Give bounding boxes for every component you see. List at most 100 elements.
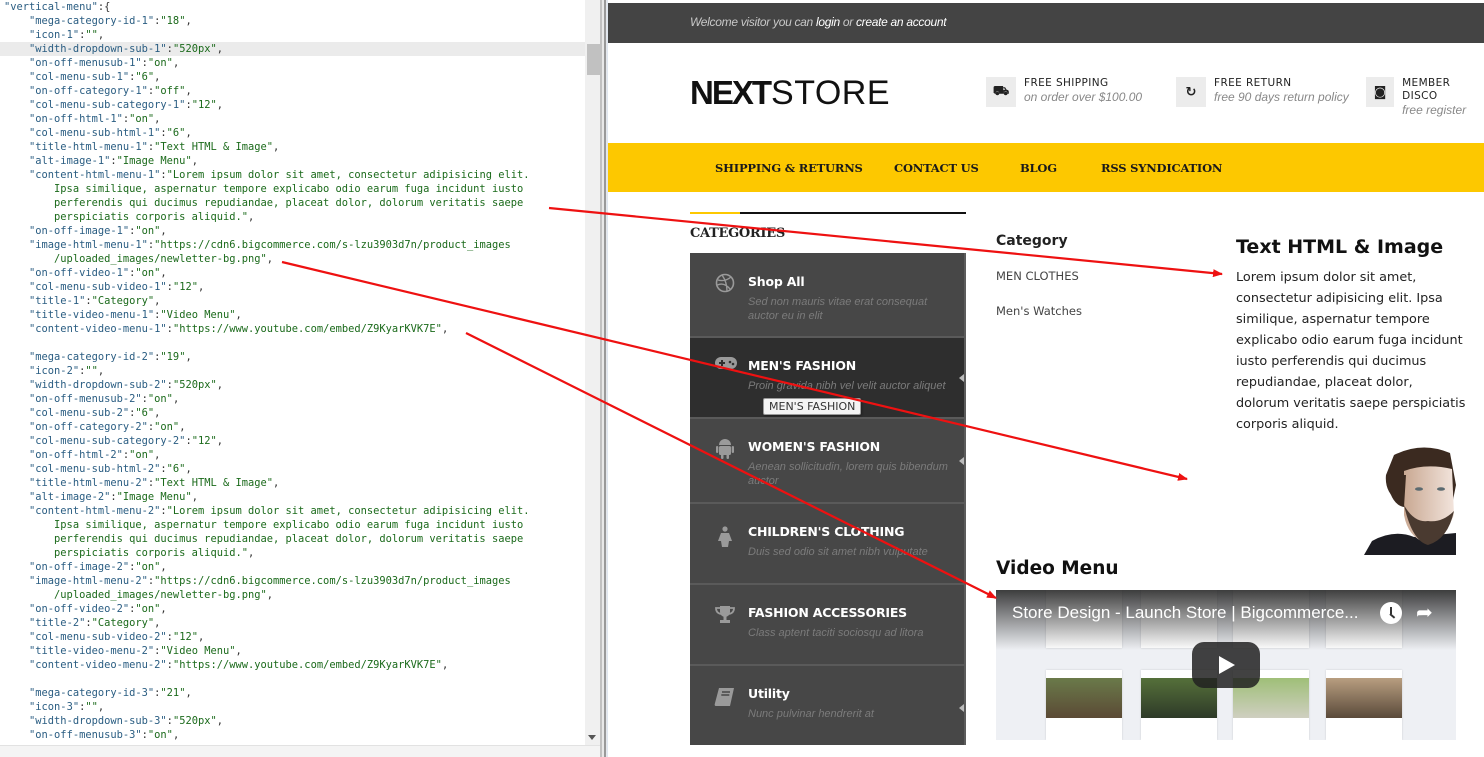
video-caption[interactable]: Store Design - Launch Store | Bigcommerc… [1012,603,1377,623]
pane-splitter[interactable] [600,0,608,757]
android-icon [714,438,736,460]
top-bar: Welcome visitor you can login or create … [608,3,1484,43]
code-line[interactable]: "on-off-image-1":"on", [0,224,585,238]
menu-image [1364,445,1456,555]
code-line[interactable]: "title-1":"Category", [0,294,585,308]
code-line[interactable]: "width-dropdown-sub-3":"520px", [0,714,585,728]
code-line[interactable]: "mega-category-id-1":"18", [0,14,585,28]
code-line[interactable]: "col-menu-sub-video-2":"12", [0,630,585,644]
code-line[interactable]: "on-off-category-2":"on", [0,420,585,434]
category-item-fashion-accessories[interactable]: FASHION ACCESSORIES Class aptent taciti … [690,585,964,666]
html-block-body: Lorem ipsum dolor sit amet, consectetur … [1236,270,1466,432]
code-line[interactable]: /uploaded_images/newletter-bg.png", [0,252,585,266]
scroll-down-arrow-icon[interactable] [588,735,596,740]
code-line[interactable]: "alt-image-2":"Image Menu", [0,490,585,504]
code-line[interactable]: "content-html-menu-2":"Lorem ipsum dolor… [0,504,585,518]
code-line[interactable]: "mega-category-id-2":"19", [0,350,585,364]
logo-text-ne: NE [690,74,734,111]
login-link[interactable]: login [816,15,840,29]
watch-later-icon[interactable] [1380,602,1402,624]
code-line[interactable]: "col-menu-sub-category-1":"12", [0,98,585,112]
code-line[interactable]: Ipsa similique, aspernatur tempore expli… [0,182,585,196]
refresh-icon: ↻ [1176,77,1206,107]
editor-scroll-thumb[interactable] [587,44,600,75]
category-name: Utility [748,686,790,701]
code-line[interactable]: "title-video-menu-2":"Video Menu", [0,644,585,658]
code-line[interactable]: "icon-2":"", [0,364,585,378]
code-line[interactable]: "image-html-menu-1":"https://cdn6.bigcom… [0,238,585,252]
code-line[interactable]: "col-menu-sub-category-2":"12", [0,434,585,448]
editor-horizontal-scrollbar[interactable] [0,745,600,757]
category-item-utility[interactable]: Utility Nunc pulvinar hendrerit at [690,666,964,745]
code-line[interactable]: "icon-1":"", [0,28,585,42]
code-line[interactable]: perferendis qui ducimus repudiandae, pla… [0,196,585,210]
tooltip: MEN'S FASHION [763,398,862,415]
code-line[interactable]: "alt-image-1":"Image Menu", [0,154,585,168]
html-block-title: Text HTML & Image [1236,236,1444,258]
code-line[interactable]: "on-off-image-2":"on", [0,560,585,574]
category-item-childrens-clothing[interactable]: CHILDREN'S CLOTHING Duis sed odio sit am… [690,504,964,585]
feature-subtitle: free register [1402,103,1467,117]
code-line[interactable]: "vertical-menu":{ [0,0,585,14]
code-line[interactable]: "mega-category-id-3":"21", [0,686,585,700]
editor-vertical-scrollbar[interactable] [585,0,600,745]
code-line[interactable]: "col-menu-sub-video-1":"12", [0,280,585,294]
code-line[interactable]: "content-html-menu-1":"Lorem ipsum dolor… [0,168,585,182]
nav-rss-syndication[interactable]: RSS SYNDICATION [1101,161,1222,175]
store-logo[interactable]: NEXT STORE [690,74,890,112]
nav-contact-us[interactable]: CONTACT US [894,161,979,175]
book-icon [714,686,736,708]
video-embed[interactable]: Store Design - Launch Store | Bigcommerc… [996,590,1456,740]
code-line[interactable]: /uploaded_images/newletter-bg.png", [0,588,585,602]
welcome-message: Welcome visitor you can login or create … [690,15,947,29]
code-line[interactable]: "on-off-video-2":"on", [0,602,585,616]
code-line[interactable]: Ipsa similique, aspernatur tempore expli… [0,518,585,532]
code-line[interactable]: perferendis qui ducimus repudiandae, pla… [0,532,585,546]
create-account-link[interactable]: create an account [856,15,947,29]
code-line[interactable]: "on-off-menusub-3":"on", [0,728,585,742]
code-line[interactable]: "title-html-menu-2":"Text HTML & Image", [0,476,585,490]
code-line[interactable]: "col-menu-sub-html-1":"6", [0,126,585,140]
submenu-link-mens-watches[interactable]: Men's Watches [996,304,1082,318]
code-line[interactable]: "content-video-menu-2":"https://www.yout… [0,658,585,672]
code-line[interactable]: "title-2":"Category", [0,616,585,630]
video-thumbnail-frame [1326,670,1402,740]
code-line[interactable]: "on-off-menusub-1":"on", [0,56,585,70]
female-icon [714,526,736,548]
code-line[interactable]: "on-off-video-1":"on", [0,266,585,280]
code-line[interactable]: "on-off-html-1":"on", [0,112,585,126]
code-line[interactable]: "content-video-menu-1":"https://www.yout… [0,322,585,336]
store-preview: Welcome visitor you can login or create … [608,0,1484,757]
submenu-link-men-clothes[interactable]: MEN CLOTHES [996,269,1079,283]
category-description: Duis sed odio sit amet nibh vulputate [748,546,928,558]
code-line[interactable]: "title-html-menu-1":"Text HTML & Image", [0,140,585,154]
code-line[interactable]: "image-html-menu-2":"https://cdn6.bigcom… [0,574,585,588]
categories-divider [690,212,966,214]
code-line[interactable]: "width-dropdown-sub-2":"520px", [0,378,585,392]
code-line[interactable]: "title-video-menu-1":"Video Menu", [0,308,585,322]
play-button[interactable] [1192,642,1260,688]
category-item-womens-fashion[interactable]: WOMEN'S FASHION Aenean sollicitudin, lor… [690,419,964,504]
code-line[interactable]: "col-menu-sub-2":"6", [0,406,585,420]
code-line[interactable]: "on-off-html-2":"on", [0,448,585,462]
code-line[interactable]: "col-menu-sub-1":"6", [0,70,585,84]
code-line[interactable]: perspiciatis corporis aliquid.", [0,210,585,224]
code-line[interactable] [0,672,585,686]
category-name: Shop All [748,274,805,289]
code-editor[interactable]: "vertical-menu":{ "mega-category-id-1":"… [0,0,600,757]
code-text[interactable]: "vertical-menu":{ "mega-category-id-1":"… [0,0,585,745]
code-line[interactable]: "on-off-category-1":"off", [0,84,585,98]
code-line[interactable] [0,336,585,350]
code-line[interactable]: perspiciatis corporis aliquid.", [0,546,585,560]
logo-text-x: X [731,74,754,111]
nav-blog[interactable]: BLOG [1020,161,1057,175]
code-line[interactable]: "col-menu-sub-html-2":"6", [0,462,585,476]
nav-shipping-returns[interactable]: SHIPPING & RETURNS [715,161,863,175]
feature-free-shipping: ⛟ FREE SHIPPING on order over $100.00 [986,77,1142,107]
share-icon[interactable]: ➦ [1416,600,1433,624]
code-line[interactable]: "on-off-menusub-2":"on", [0,392,585,406]
categories-heading: CATEGORIES [690,226,785,241]
code-line[interactable]: "width-dropdown-sub-1":"520px", [0,42,585,56]
code-line[interactable]: "icon-3":"", [0,700,585,714]
category-item-shop-all[interactable]: Shop All Sed non mauris vitae erat conse… [690,253,964,338]
